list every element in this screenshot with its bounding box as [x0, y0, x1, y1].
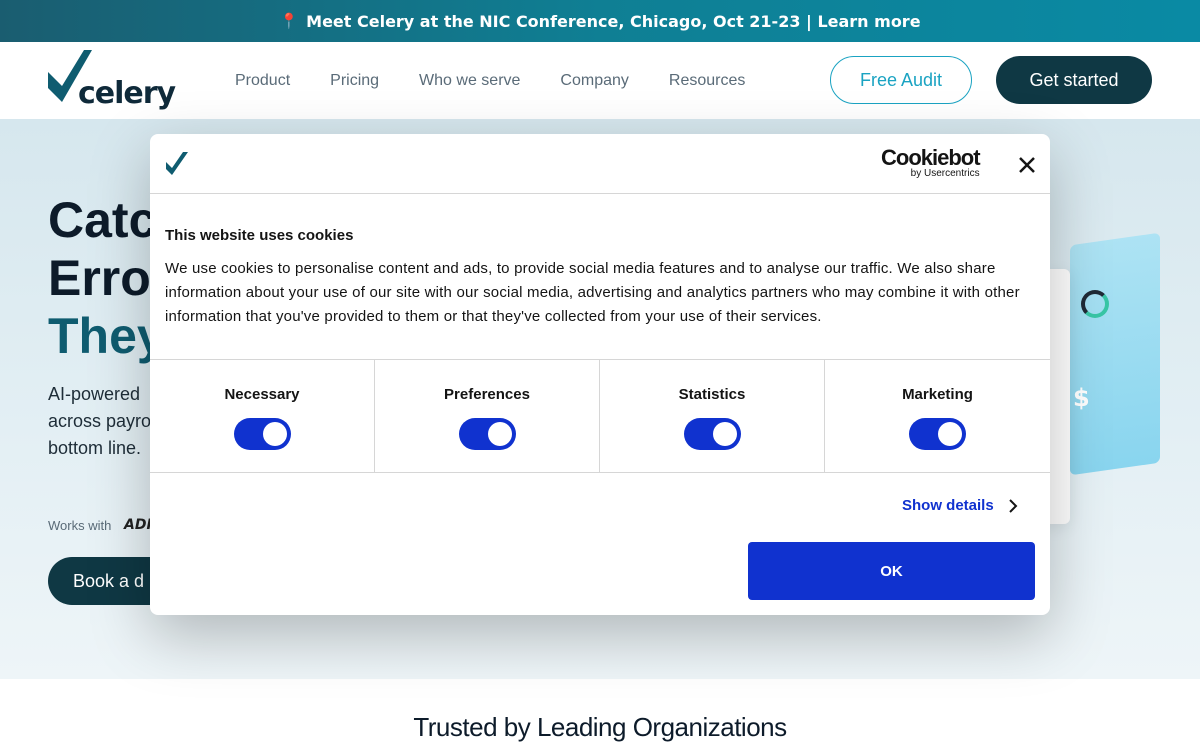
celery-logo[interactable]: celery — [48, 50, 176, 111]
hero-title-line-2: Erro — [48, 250, 151, 306]
cookie-consent-dialog: Cookiebot by Usercentrics This website u… — [150, 134, 1050, 615]
cookiebot-wordmark: Cookiebot — [881, 145, 981, 170]
hero-title-line-3: They — [48, 308, 165, 364]
chevron-right-icon — [1008, 498, 1018, 513]
nav-who-we-serve[interactable]: Who we serve — [419, 72, 520, 90]
toggle-necessary: Necessary — [150, 360, 375, 472]
announcement-text[interactable]: Meet Celery at the NIC Conference, Chica… — [306, 12, 920, 31]
toggle-preferences: Preferences — [375, 360, 600, 472]
announcement-bar[interactable]: 📍 Meet Celery at the NIC Conference, Chi… — [0, 0, 1200, 42]
hero-title-line-1: Catc — [48, 192, 157, 248]
free-audit-button[interactable]: Free Audit — [830, 56, 972, 104]
progress-ring-icon — [1081, 290, 1109, 318]
hero-subtitle-line-2: across payro — [48, 411, 152, 431]
nav-pricing[interactable]: Pricing — [330, 72, 379, 90]
cookiebot-logo[interactable]: Cookiebot by Usercentrics — [881, 145, 981, 180]
toggle-label: Marketing — [902, 386, 973, 403]
show-details-label: Show details — [902, 497, 994, 514]
logo-wordmark: celery — [78, 76, 176, 111]
trusted-heading: Trusted by Leading Organizations — [413, 712, 787, 742]
site-header: celery Product Pricing Who we serve Comp… — [0, 42, 1200, 119]
hero-illustration-shape — [1070, 232, 1160, 476]
hero-subtitle: AI-powered across payro bottom line. — [48, 381, 151, 462]
toggle-marketing: Marketing — [825, 360, 1050, 472]
toggle-label: Necessary — [224, 386, 300, 403]
hero-title: Catc Erro They — [48, 191, 165, 365]
preferences-switch[interactable] — [459, 418, 516, 450]
cookie-dialog-header: Cookiebot by Usercentrics — [150, 134, 1050, 194]
toggle-statistics: Statistics — [600, 360, 825, 472]
cookie-dialog-text: We use cookies to personalise content an… — [165, 260, 1020, 325]
site-checkmark-icon — [166, 152, 188, 175]
works-with-label: Works with — [48, 518, 112, 533]
cookie-category-toggles: Necessary Preferences Statistics Marketi… — [150, 359, 1050, 473]
statistics-switch[interactable] — [684, 418, 741, 450]
close-icon[interactable] — [1016, 154, 1038, 176]
location-pin-icon: 📍 — [279, 12, 299, 30]
cookie-dialog-title: This website uses cookies — [165, 227, 354, 244]
nav-company[interactable]: Company — [560, 72, 628, 90]
marketing-switch[interactable] — [909, 418, 966, 450]
nav-product[interactable]: Product — [235, 72, 290, 90]
ok-button[interactable]: OK — [748, 542, 1035, 600]
necessary-switch[interactable] — [234, 418, 291, 450]
hero-subtitle-line-1: AI-powered — [48, 384, 141, 404]
hero-subtitle-line-3: bottom line. — [48, 438, 142, 458]
get-started-button[interactable]: Get started — [996, 56, 1152, 104]
toggle-label: Preferences — [444, 386, 530, 403]
show-details-link[interactable]: Show details — [902, 497, 1018, 514]
dollar-icon: $ — [1073, 384, 1090, 412]
main-nav: Product Pricing Who we serve Company Res… — [235, 42, 745, 119]
nav-resources[interactable]: Resources — [669, 72, 745, 90]
toggle-label: Statistics — [678, 386, 746, 403]
